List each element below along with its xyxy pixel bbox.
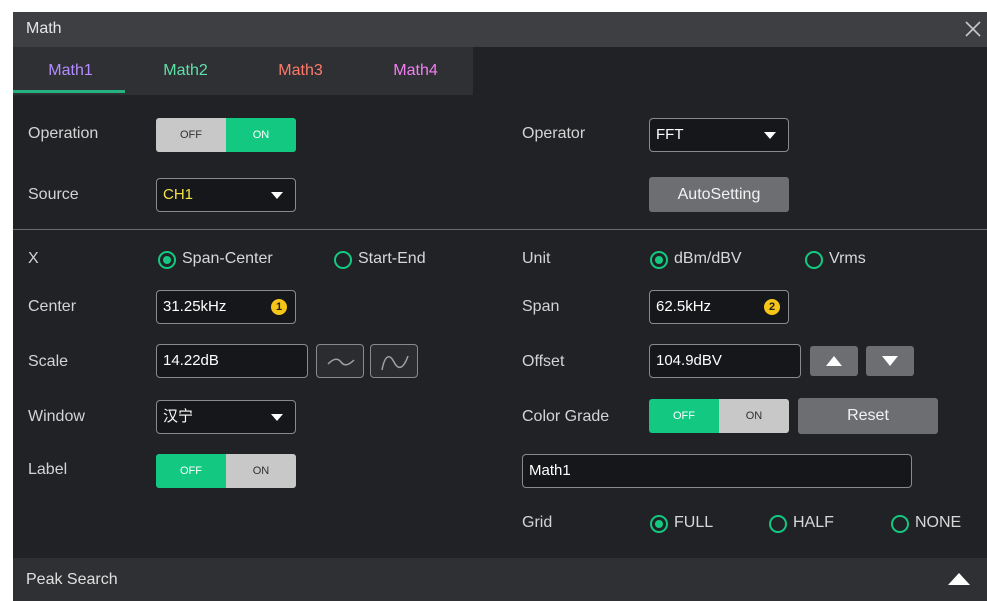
span-input[interactable]: 62.5kHz 2	[649, 290, 789, 324]
operation-toggle[interactable]: OFF ON	[156, 118, 296, 152]
source-label: Source	[28, 186, 79, 203]
radio-selected-icon	[158, 251, 176, 269]
offset-value: 104.9dBV	[656, 352, 722, 369]
knob-1-badge-icon: 1	[271, 299, 287, 315]
grid-none-radio[interactable]: NONE	[891, 514, 971, 534]
offset-input[interactable]: 104.9dBV	[649, 344, 801, 378]
radio-unselected-icon	[805, 251, 823, 269]
scale-wave-curve-button[interactable]	[370, 344, 418, 378]
dialog-title: Math	[26, 20, 62, 37]
peak-search-label: Peak Search	[26, 571, 118, 588]
span-label: Span	[522, 298, 560, 315]
unit-label: Unit	[522, 250, 551, 267]
unit-vrms-radio[interactable]: Vrms	[805, 250, 885, 270]
source-value: CH1	[163, 186, 194, 203]
x-label: X	[28, 250, 39, 267]
operator-dropdown[interactable]: FFT	[649, 118, 789, 152]
tab-math4-label: Math4	[393, 62, 438, 79]
color-grade-on-option[interactable]: ON	[719, 399, 789, 433]
tab-bar: Math1 Math2 Math3 Math4	[13, 47, 473, 95]
scale-value: 14.22dB	[163, 352, 219, 369]
window-value: 汉宁	[163, 408, 194, 425]
color-grade-toggle[interactable]: OFF ON	[649, 399, 789, 433]
operator-value: FFT	[656, 126, 684, 143]
operator-label: Operator	[522, 125, 586, 142]
operation-label: Operation	[28, 125, 99, 142]
chevron-down-icon	[764, 132, 776, 139]
source-dropdown[interactable]: CH1	[156, 178, 296, 212]
tab-math1[interactable]: Math1	[13, 47, 128, 95]
wave-curve-icon	[381, 355, 409, 371]
label-text-input[interactable]: Math1	[522, 454, 912, 488]
grid-full-radio[interactable]: FULL	[650, 514, 730, 534]
section-divider	[13, 229, 987, 230]
tab-math3-label: Math3	[278, 62, 323, 79]
unit-vrms-label: Vrms	[829, 250, 866, 267]
chevron-up-icon[interactable]	[948, 573, 970, 585]
span-value: 62.5kHz	[656, 298, 712, 315]
x-start-end-label: Start-End	[358, 250, 426, 267]
radio-unselected-icon	[891, 515, 909, 533]
label-row-label: Label	[28, 461, 68, 478]
center-input[interactable]: 31.25kHz 1	[156, 290, 296, 324]
unit-dbm-dbv-radio[interactable]: dBm/dBV	[650, 250, 760, 270]
grid-half-label: HALF	[793, 514, 834, 531]
peak-search-bar[interactable]: Peak Search	[13, 558, 987, 601]
center-label: Center	[28, 298, 77, 315]
color-grade-off-option[interactable]: OFF	[649, 399, 719, 433]
operation-on-option[interactable]: ON	[226, 118, 296, 152]
radio-selected-icon	[650, 515, 668, 533]
knob-2-badge-icon: 2	[764, 299, 780, 315]
label-toggle[interactable]: OFF ON	[156, 454, 296, 488]
scale-input[interactable]: 14.22dB	[156, 344, 308, 378]
grid-label: Grid	[522, 514, 553, 531]
chevron-down-icon	[271, 414, 283, 421]
arrow-down-icon	[882, 356, 898, 366]
active-tab-indicator	[13, 90, 125, 93]
tab-math2-label: Math2	[163, 62, 208, 79]
x-start-end-radio[interactable]: Start-End	[334, 250, 444, 270]
arrow-up-icon	[826, 356, 842, 366]
scale-label: Scale	[28, 353, 69, 370]
tab-math3[interactable]: Math3	[243, 47, 358, 95]
color-grade-label: Color Grade	[522, 408, 610, 425]
autosetting-button[interactable]: AutoSetting	[649, 177, 789, 212]
grid-half-radio[interactable]: HALF	[769, 514, 849, 534]
wave-flat-icon	[327, 358, 355, 366]
reset-button[interactable]: Reset	[798, 398, 938, 434]
label-off-option[interactable]: OFF	[156, 454, 226, 488]
offset-label: Offset	[522, 353, 565, 370]
grid-full-label: FULL	[674, 514, 714, 531]
close-icon[interactable]	[963, 19, 983, 39]
offset-down-button[interactable]	[866, 346, 914, 376]
unit-dbm-dbv-label: dBm/dBV	[674, 250, 742, 267]
window-label: Window	[28, 408, 85, 425]
grid-none-label: NONE	[915, 514, 962, 531]
operation-off-option[interactable]: OFF	[156, 118, 226, 152]
radio-unselected-icon	[769, 515, 787, 533]
radio-unselected-icon	[334, 251, 352, 269]
window-dropdown[interactable]: 汉宁	[156, 400, 296, 434]
label-on-option[interactable]: ON	[226, 454, 296, 488]
offset-up-button[interactable]	[810, 346, 858, 376]
x-span-center-radio[interactable]: Span-Center	[158, 250, 298, 270]
chevron-down-icon	[271, 192, 283, 199]
x-span-center-label: Span-Center	[182, 250, 273, 267]
tab-math2[interactable]: Math2	[128, 47, 243, 95]
math-dialog: Math Math1 Math2 Math3 Math4 Operation O…	[13, 12, 987, 601]
radio-selected-icon	[650, 251, 668, 269]
tab-math4[interactable]: Math4	[358, 47, 473, 95]
center-value: 31.25kHz	[163, 298, 227, 315]
scale-wave-flat-button[interactable]	[316, 344, 364, 378]
title-bar: Math	[13, 12, 987, 47]
label-text-value: Math1	[529, 462, 571, 479]
tab-math1-label: Math1	[48, 62, 93, 79]
